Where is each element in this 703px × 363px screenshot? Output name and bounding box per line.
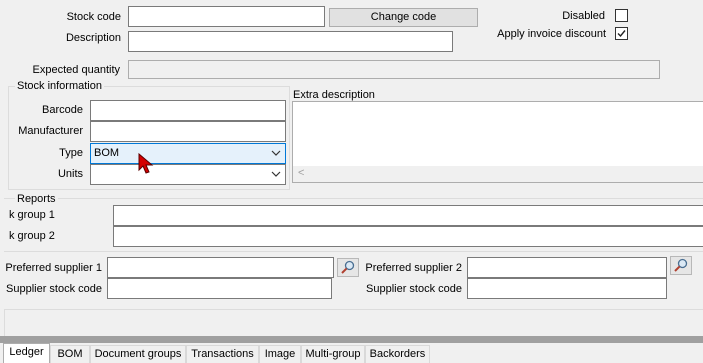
reports-title: Reports (15, 193, 58, 205)
change-code-button[interactable]: Change code (329, 8, 478, 27)
stock-information-title: Stock information (15, 80, 104, 92)
supplier-stock-code-1-label: Supplier stock code (6, 283, 102, 295)
magnifier-icon (674, 258, 688, 272)
tab-ledger[interactable]: Ledger (3, 343, 50, 363)
group2-label: k group 2 (9, 230, 55, 242)
units-select[interactable] (90, 164, 286, 185)
magnifier-icon (341, 260, 355, 274)
units-label: Units (57, 168, 83, 180)
tab-strip: Ledger BOM Document groups Transactions … (0, 343, 703, 363)
apply-invoice-discount-label: Apply invoice discount (497, 28, 606, 40)
supplier-stock-code-1-input[interactable] (107, 278, 332, 299)
disabled-checkbox[interactable] (615, 9, 628, 22)
stock-code-input[interactable] (128, 6, 325, 27)
description-label: Description (65, 32, 121, 44)
tab-multi-group[interactable]: Multi-group (301, 345, 365, 363)
tab-image[interactable]: Image (259, 345, 301, 363)
expected-quantity-input (128, 60, 660, 79)
scroll-left-icon[interactable]: < (298, 167, 304, 179)
extra-description-textarea[interactable]: < (292, 101, 703, 183)
check-icon (617, 30, 626, 38)
expected-quantity-label: Expected quantity (32, 64, 120, 76)
status-area (4, 309, 703, 337)
type-select[interactable]: BOM (90, 143, 286, 164)
horizontal-scrollbar[interactable]: < (293, 166, 703, 182)
tab-control-border (0, 336, 703, 343)
disabled-label: Disabled (562, 10, 605, 22)
preferred-supplier-1-search-button[interactable] (337, 258, 359, 277)
stock-code-label: Stock code (66, 11, 121, 23)
preferred-supplier-2-input[interactable] (467, 257, 667, 278)
apply-invoice-discount-checkbox[interactable] (615, 27, 628, 40)
tab-backorders[interactable]: Backorders (365, 345, 430, 363)
description-input[interactable] (128, 31, 453, 52)
tab-bom[interactable]: BOM (50, 345, 90, 363)
group1-label: k group 1 (9, 209, 55, 221)
chevron-down-icon (271, 171, 281, 177)
manufacturer-input[interactable] (90, 121, 286, 142)
group2-input[interactable] (113, 226, 703, 247)
supplier-stock-code-2-input[interactable] (467, 278, 667, 299)
suppliers-separator (4, 251, 703, 252)
type-label: Type (59, 147, 83, 159)
barcode-input[interactable] (90, 100, 286, 121)
manufacturer-label: Manufacturer (18, 125, 83, 137)
preferred-supplier-1-input[interactable] (107, 257, 334, 278)
supplier-stock-code-2-label: Supplier stock code (366, 283, 462, 295)
chevron-down-icon (271, 150, 281, 156)
group1-input[interactable] (113, 205, 703, 226)
tab-transactions[interactable]: Transactions (186, 345, 259, 363)
reports-separator (4, 198, 703, 199)
extra-description-title: Extra description (293, 89, 375, 101)
preferred-supplier-2-label: Preferred supplier 2 (365, 262, 462, 274)
preferred-supplier-1-label: Preferred supplier 1 (5, 262, 102, 274)
tab-document-groups[interactable]: Document groups (90, 345, 186, 363)
barcode-label: Barcode (42, 104, 83, 116)
mouse-pointer-icon (138, 153, 154, 174)
preferred-supplier-2-search-button[interactable] (670, 256, 692, 275)
type-select-value: BOM (94, 147, 120, 159)
